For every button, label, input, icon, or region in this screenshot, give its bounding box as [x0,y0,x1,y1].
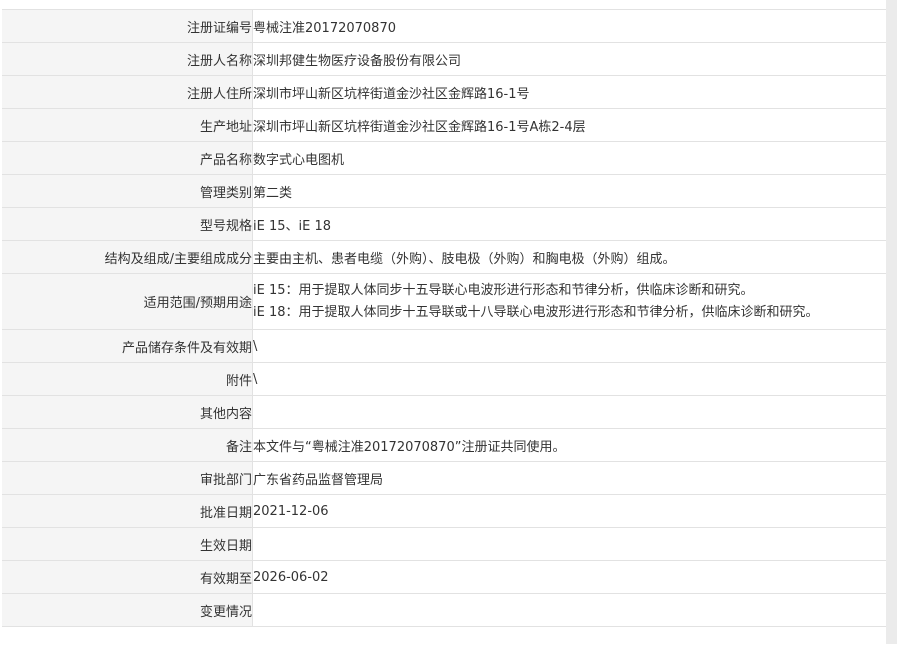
field-label: 产品名称 [2,141,253,175]
table-row-accessories: 附件 \ [2,362,886,396]
field-value: 第二类 [252,174,886,208]
table-row-product-name: 产品名称 数字式心电图机 [2,141,886,175]
field-label: 注册人名称 [2,42,253,76]
field-value: 深圳市坪山新区坑梓街道金沙社区金辉路16-1号 [252,75,886,109]
field-label: 备注 [2,428,253,462]
table-row-production-address: 生产地址 深圳市坪山新区坑梓街道金沙社区金辉路16-1号A栋2-4层 [2,108,886,142]
field-value [252,593,886,627]
table-row-remarks: 备注 本文件与“粤械注准20172070870”注册证共同使用。 [2,428,886,462]
table-row-approval-date: 批准日期 2021-12-06 [2,494,886,528]
table-row-management-category: 管理类别 第二类 [2,174,886,208]
field-label: 变更情况 [2,593,253,627]
field-label: 附件 [2,362,253,396]
field-label: 结构及组成/主要组成成分 [2,240,253,274]
field-label: 其他内容 [2,395,253,429]
registration-detail-page: 注册证编号 粤械注准20172070870 注册人名称 深圳邦健生物医疗设备股份… [0,0,897,657]
field-value [252,527,886,561]
field-value: 数字式心电图机 [252,141,886,175]
field-value: 深圳邦健生物医疗设备股份有限公司 [252,42,886,76]
intended-use-line: iE 18：用于提取人体同步十五导联或十八导联心电波形进行形态和节律分析，供临床… [253,304,819,320]
field-label: 管理类别 [2,174,253,208]
field-value: 粤械注准20172070870 [252,9,886,43]
field-label: 生效日期 [2,527,253,561]
field-value: 2026-06-02 [252,560,886,594]
field-label: 批准日期 [2,494,253,528]
intended-use-line: iE 15：用于提取人体同步十五导联心电波形进行形态和节律分析，供临床诊断和研究… [253,282,754,298]
table-row-model-spec: 型号规格 iE 15、iE 18 [2,207,886,241]
field-value-multiline: iE 15：用于提取人体同步十五导联心电波形进行形态和节律分析，供临床诊断和研究… [252,273,886,330]
table-row-registrant-address: 注册人住所 深圳市坪山新区坑梓街道金沙社区金辉路16-1号 [2,75,886,109]
field-value: 广东省药品监督管理局 [252,461,886,495]
field-value: 2021-12-06 [252,494,886,528]
field-value: \ [252,362,886,396]
field-label: 有效期至 [2,560,253,594]
table-row-change-history: 变更情况 [2,593,886,627]
field-value: 本文件与“粤械注准20172070870”注册证共同使用。 [252,428,886,462]
table-row-other-content: 其他内容 [2,395,886,429]
field-label: 审批部门 [2,461,253,495]
table-row-storage-conditions: 产品储存条件及有效期 \ [2,329,886,363]
field-value: 深圳市坪山新区坑梓街道金沙社区金辉路16-1号A栋2-4层 [252,108,886,142]
field-label: 注册证编号 [2,9,253,43]
registration-detail-table: 注册证编号 粤械注准20172070870 注册人名称 深圳邦健生物医疗设备股份… [2,9,886,627]
table-row-intended-use: 适用范围/预期用途 iE 15：用于提取人体同步十五导联心电波形进行形态和节律分… [2,273,886,330]
table-row-valid-until: 有效期至 2026-06-02 [2,560,886,594]
field-value [252,395,886,429]
field-label: 生产地址 [2,108,253,142]
table-row-structure-composition: 结构及组成/主要组成成分 主要由主机、患者电缆（外购）、肢电极（外购）和胸电极（… [2,240,886,274]
right-scroll-gutter [886,0,897,644]
field-label: 产品储存条件及有效期 [2,329,253,363]
field-value: iE 15、iE 18 [252,207,886,241]
field-label: 注册人住所 [2,75,253,109]
table-row-approval-department: 审批部门 广东省药品监督管理局 [2,461,886,495]
field-value: 主要由主机、患者电缆（外购）、肢电极（外购）和胸电极（外购）组成。 [252,240,886,274]
field-label: 型号规格 [2,207,253,241]
table-row-registrant-name: 注册人名称 深圳邦健生物医疗设备股份有限公司 [2,42,886,76]
field-value: \ [252,329,886,363]
table-row-registration-number: 注册证编号 粤械注准20172070870 [2,9,886,43]
table-row-effective-date: 生效日期 [2,527,886,561]
field-label: 适用范围/预期用途 [2,273,253,330]
